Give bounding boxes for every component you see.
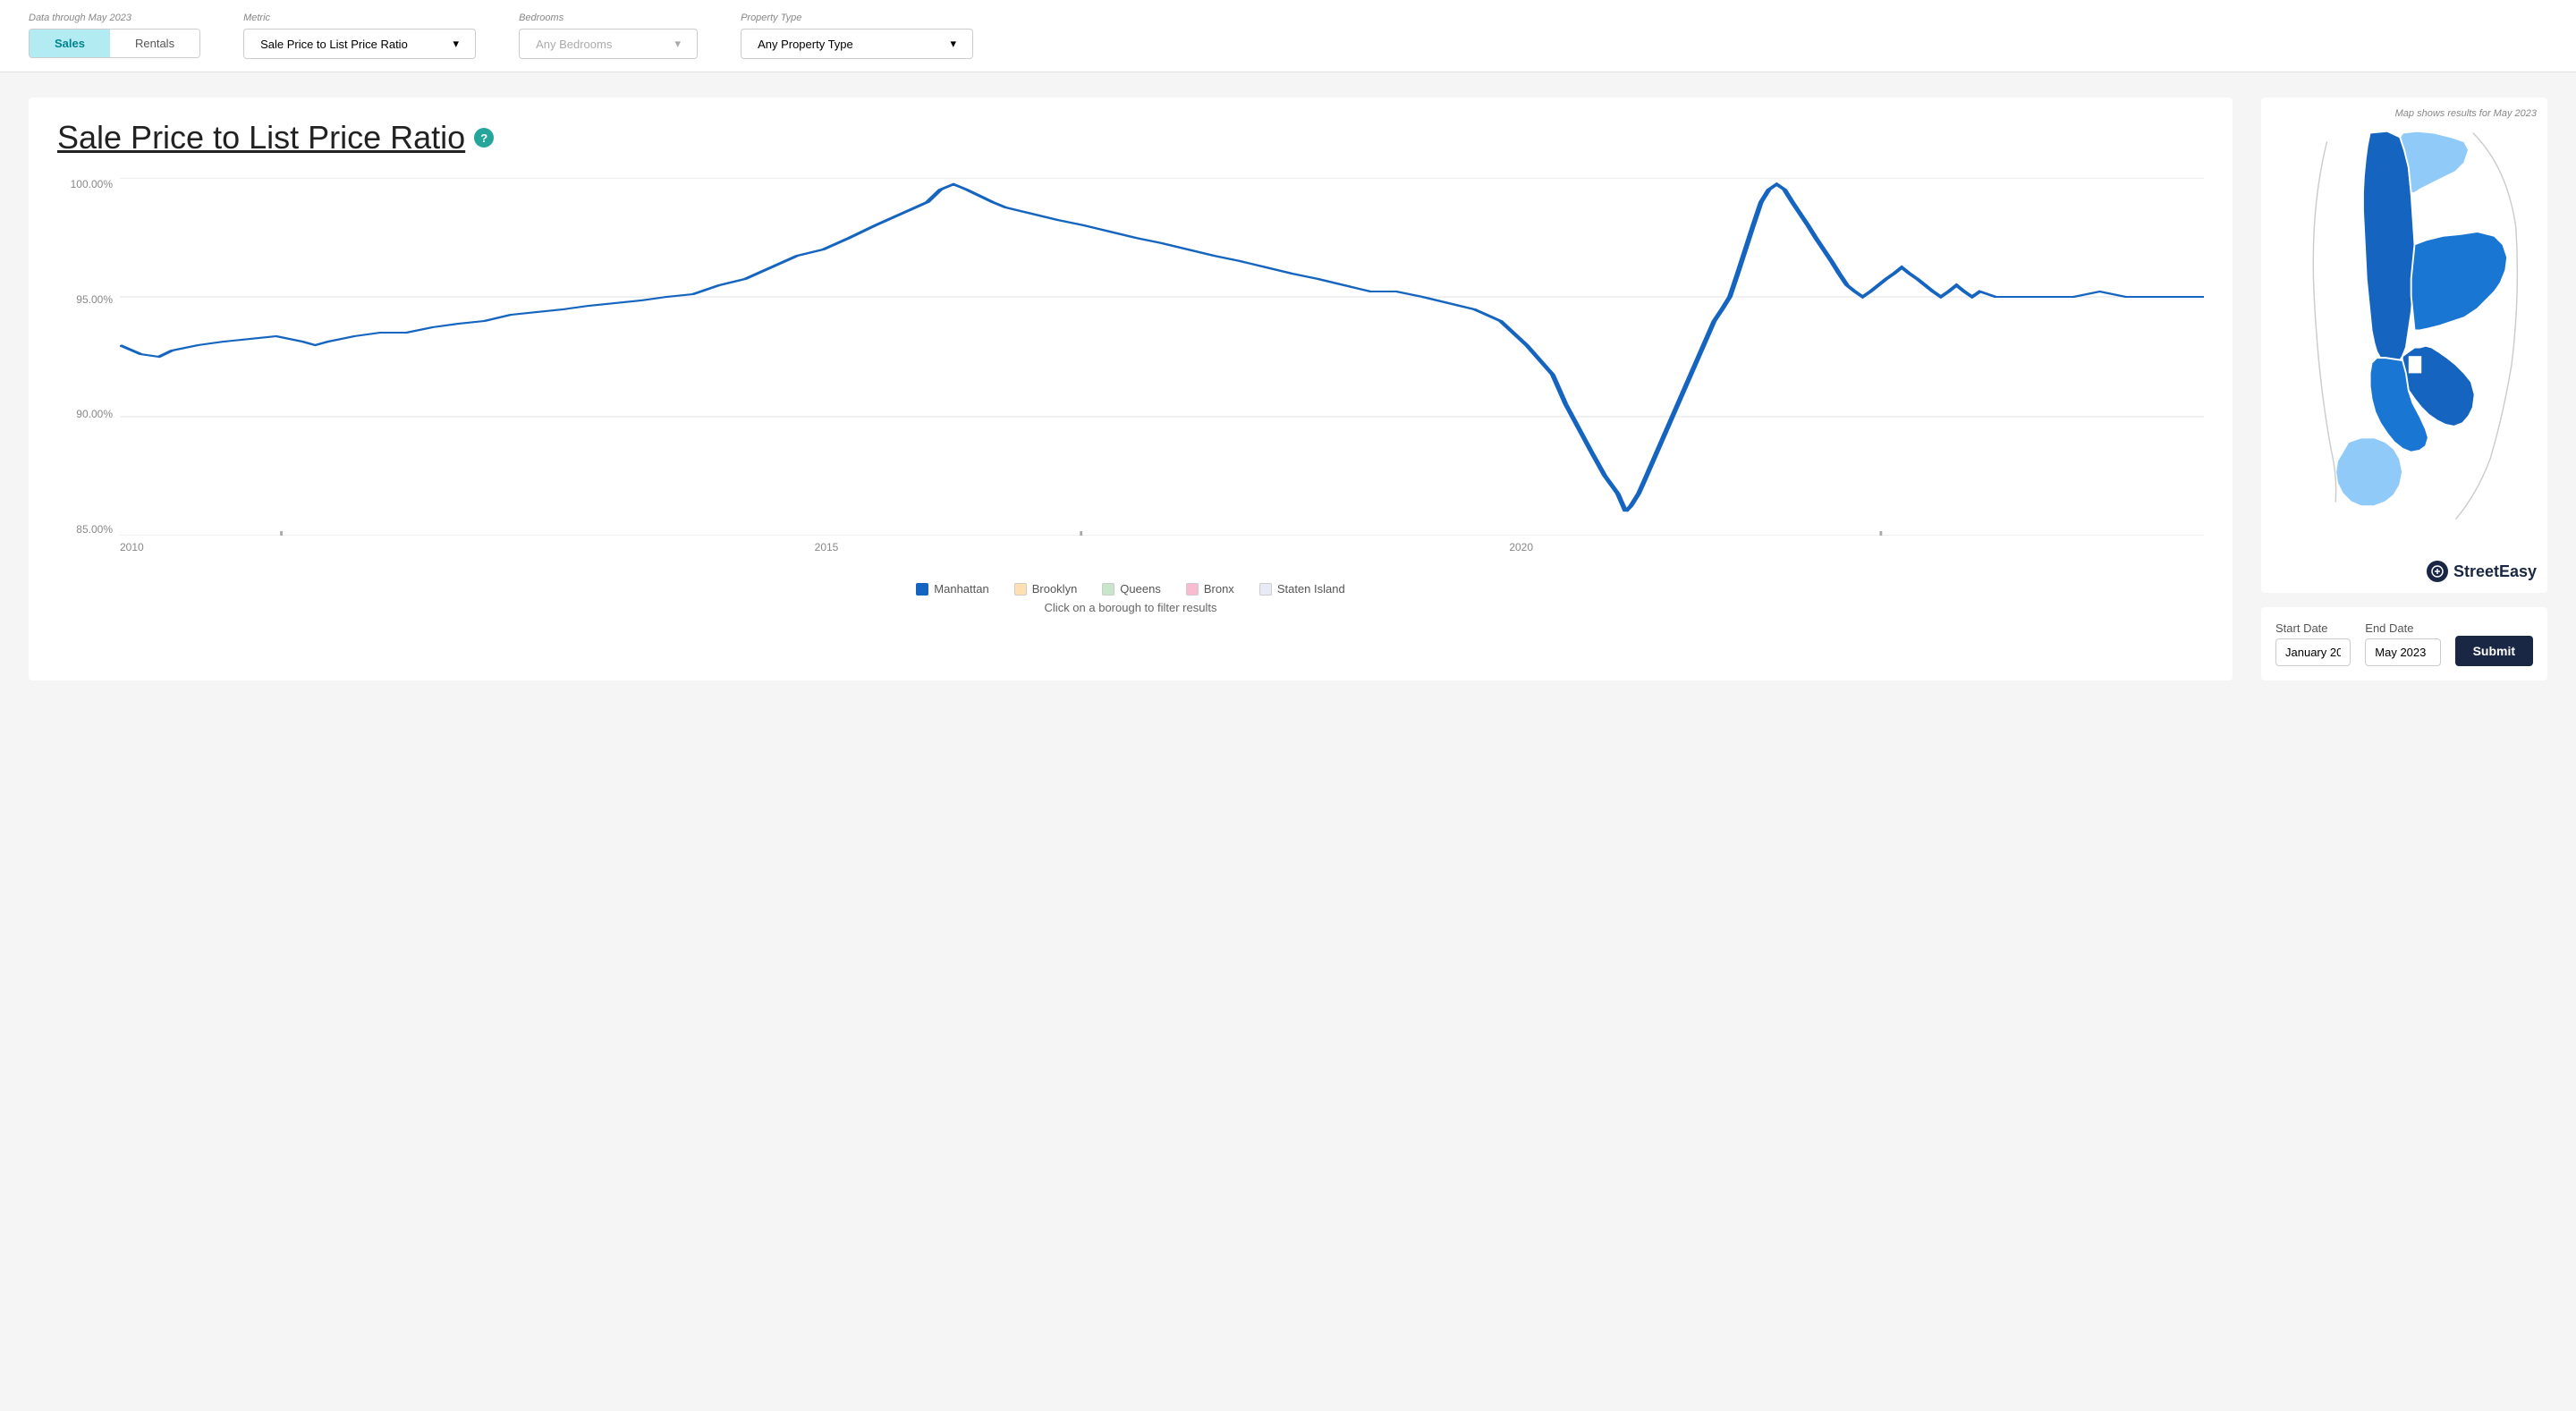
borough-queens[interactable] bbox=[2411, 232, 2508, 330]
metric-value: Sale Price to List Price Ratio bbox=[260, 38, 408, 51]
chart-title: Sale Price to List Price Ratio bbox=[57, 119, 465, 156]
map-panel: Map shows results for May 2023 bbox=[2261, 97, 2547, 593]
metric-section: Metric Sale Price to List Price Ratio ▾ bbox=[243, 13, 476, 59]
map-container bbox=[2272, 124, 2537, 553]
end-date-label: End Date bbox=[2365, 621, 2440, 635]
x-label-2010: 2010 bbox=[120, 541, 144, 553]
water-outline bbox=[2456, 133, 2518, 520]
borough-staten-island[interactable] bbox=[2335, 437, 2402, 506]
map-note: Map shows results for May 2023 bbox=[2272, 108, 2537, 119]
property-type-dropdown[interactable]: Any Property Type ▾ bbox=[741, 29, 973, 59]
legend-label-bronx: Bronx bbox=[1204, 582, 1234, 596]
water-outline-2 bbox=[2313, 141, 2335, 502]
streeteasy-text: StreetEasy bbox=[2453, 562, 2537, 581]
property-type-arrow: ▾ bbox=[951, 37, 957, 51]
right-section: Map shows results for May 2023 bbox=[2261, 97, 2547, 680]
legend-dot-queens bbox=[1102, 583, 1114, 596]
top-bar: Data through May 2023 Sales Rentals Metr… bbox=[0, 0, 2576, 72]
click-hint: Click on a borough to filter results bbox=[57, 601, 2204, 614]
x-label-2020: 2020 bbox=[1509, 541, 1533, 553]
property-type-value: Any Property Type bbox=[758, 38, 853, 51]
bedrooms-label: Bedrooms bbox=[519, 13, 698, 23]
legend-label-brooklyn: Brooklyn bbox=[1032, 582, 1078, 596]
chart-section: Sale Price to List Price Ratio ? 100.00%… bbox=[29, 97, 2233, 680]
legend-dot-bronx bbox=[1186, 583, 1199, 596]
submit-button[interactable]: Submit bbox=[2455, 636, 2533, 666]
chart-container: 100.00% 95.00% 90.00% 85.00% bbox=[57, 178, 2204, 571]
legend-label-staten-island: Staten Island bbox=[1277, 582, 1345, 596]
start-date-field: Start Date bbox=[2275, 621, 2351, 666]
chart-plot bbox=[120, 178, 2204, 536]
legend-label-manhattan: Manhattan bbox=[934, 582, 988, 596]
bedrooms-dropdown[interactable]: Any Bedrooms ▾ bbox=[519, 29, 698, 59]
streeteasy-logo: StreetEasy bbox=[2272, 561, 2537, 582]
end-date-input[interactable] bbox=[2365, 638, 2440, 666]
property-type-section: Property Type Any Property Type ▾ bbox=[741, 13, 973, 59]
y-label-85: 85.00% bbox=[76, 523, 113, 536]
tab-rentals[interactable]: Rentals bbox=[110, 30, 199, 57]
metric-dropdown[interactable]: Sale Price to List Price Ratio ▾ bbox=[243, 29, 476, 59]
data-through-label: Data through May 2023 bbox=[29, 13, 200, 23]
bedrooms-section: Bedrooms Any Bedrooms ▾ bbox=[519, 13, 698, 59]
bedrooms-value: Any Bedrooms bbox=[536, 38, 612, 51]
x-label-2015: 2015 bbox=[815, 541, 839, 553]
property-type-label: Property Type bbox=[741, 13, 973, 23]
se-icon-svg bbox=[2431, 565, 2444, 578]
y-label-90: 90.00% bbox=[76, 408, 113, 420]
legend-bronx[interactable]: Bronx bbox=[1186, 582, 1234, 596]
tab-sales[interactable]: Sales bbox=[30, 30, 110, 57]
help-icon[interactable]: ? bbox=[474, 128, 494, 148]
sales-rentals-section: Data through May 2023 Sales Rentals bbox=[29, 13, 200, 58]
tab-group: Sales Rentals bbox=[29, 29, 200, 58]
legend-dot-staten-island bbox=[1259, 583, 1272, 596]
y-axis: 100.00% 95.00% 90.00% 85.00% bbox=[57, 178, 120, 536]
legend-brooklyn[interactable]: Brooklyn bbox=[1014, 582, 1078, 596]
legend-row: Manhattan Brooklyn Queens Bronx Staten I… bbox=[57, 582, 2204, 596]
streeteasy-icon bbox=[2427, 561, 2448, 582]
legend-dot-brooklyn bbox=[1014, 583, 1027, 596]
main-content: Sale Price to List Price Ratio ? 100.00%… bbox=[0, 72, 2576, 706]
date-controls: Start Date End Date Submit bbox=[2261, 607, 2547, 680]
start-date-input[interactable] bbox=[2275, 638, 2351, 666]
legend-label-queens: Queens bbox=[1120, 582, 1161, 596]
x-axis: 2010 2015 2020 bbox=[120, 536, 2204, 571]
bedrooms-arrow: ▾ bbox=[675, 37, 682, 51]
y-label-100: 100.00% bbox=[71, 178, 113, 190]
metric-arrow: ▾ bbox=[453, 37, 460, 51]
legend-manhattan[interactable]: Manhattan bbox=[916, 582, 988, 596]
legend-dot-manhattan bbox=[916, 583, 928, 596]
metric-label: Metric bbox=[243, 13, 476, 23]
start-date-label: Start Date bbox=[2275, 621, 2351, 635]
chart-svg bbox=[120, 178, 2204, 536]
legend-staten-island[interactable]: Staten Island bbox=[1259, 582, 1345, 596]
nyc-map-svg bbox=[2272, 124, 2537, 553]
chart-title-row: Sale Price to List Price Ratio ? bbox=[57, 119, 2204, 156]
end-date-field: End Date bbox=[2365, 621, 2440, 666]
y-label-95: 95.00% bbox=[76, 293, 113, 306]
legend-queens[interactable]: Queens bbox=[1102, 582, 1161, 596]
borough-bronx[interactable] bbox=[2400, 131, 2469, 193]
map-gap-1 bbox=[2409, 356, 2421, 373]
